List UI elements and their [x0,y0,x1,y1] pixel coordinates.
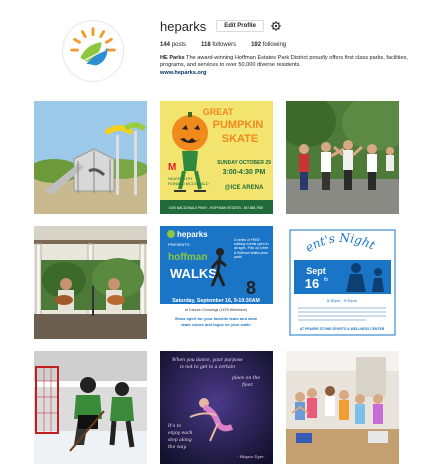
profile-website-link[interactable]: www.heparks.org [160,70,420,76]
following-count[interactable]: 192 following [251,42,286,48]
profile-info: heparks Edit Profile 144 posts 118 follo… [160,18,420,77]
walks-cta-1: Show spirit for your favorite team and w… [175,316,258,321]
pumpkin-venue: @ICE ARENA [225,185,264,191]
parents-night-day: 16 [305,276,319,291]
post-tai-chi-group[interactable] [286,101,399,214]
svg-text:M: M [168,162,176,173]
bio-name: HE Parks [160,55,185,61]
post-dance-class[interactable] [286,351,399,464]
exercise-group-photo [286,101,399,214]
parents-night-month: Sept [306,266,326,276]
profile-username: heparks [160,18,207,34]
walks-venue: at Cannon Crossings (1675 Westmere) [185,308,247,312]
followers-count[interactable]: 118 followers [201,42,236,48]
edit-profile-button[interactable]: Edit Profile [216,20,264,32]
pumpkin-title-3: SKATE [222,133,258,145]
dance-quote-image: When you dance, your purpose is not to g… [160,351,273,464]
walks-cta-2: team colors and logos on your walk! [181,322,250,327]
hoffman-walks-poster: heparks PRESENTS hoffman WALKS A series … [160,226,273,339]
post-parents-night-out[interactable]: Parent's Night Out Sept 16 th 5:30pm - 9… [286,226,399,339]
post-sled-hockey[interactable] [34,351,147,464]
profile-header: heparks Edit Profile 144 posts 118 follo… [0,0,427,96]
profile-bio: HE Parks The award-winning Hoffman Estat… [160,55,425,69]
pumpkin-skate-poster: M GREAT PUMPKIN SKATE SKATE WITH RONALD … [160,101,273,214]
posts-count: 144 posts [160,42,187,48]
walks-brand: heparks [177,230,208,239]
parents-night-time: 5:30pm - 9:30pm [327,298,358,303]
pumpkin-date: SUNDAY OCTOBER 29 [217,160,271,166]
heparks-logo [70,27,116,66]
dance-class-photo [286,351,399,464]
gazebo-musicians-photo [34,226,147,339]
walks-side-text: A series of FREE walking events open to … [234,238,269,259]
hockey-photo [34,351,147,464]
pumpkin-with-name: RONALD MCDONALD [168,181,209,186]
pumpkin-title-2: PUMPKIN [213,119,264,131]
settings-gear-icon[interactable] [271,21,281,31]
walks-presents: PRESENTS [168,242,190,247]
post-gazebo-music[interactable] [34,226,147,339]
parents-night-footer: AT PRAIRIE STONE SPORTS & WELLNESS CENTE… [300,327,385,331]
post-hoffman-walks[interactable]: heparks PRESENTS hoffman WALKS A series … [160,226,273,339]
pumpkin-footer: 1000 MACDONALD PKWY - HOFFMAN ESTATES - … [169,206,264,210]
parents-night-suffix: th [324,277,328,283]
svg-text:8: 8 [246,278,256,298]
post-dance-quote[interactable]: When you dance, your purpose is not to g… [160,351,273,464]
pumpkin-time: 3:00-4:30 PM [223,169,266,176]
walks-date: Saturday, September 16, 9-10:30AM [172,298,260,304]
pumpkin-title-1: GREAT [203,107,234,117]
profile-avatar[interactable] [62,20,124,82]
walks-word-2: WALKS [170,266,217,281]
post-playground[interactable] [34,101,147,214]
dance-quote-author: - Wayne Dyer [237,454,265,459]
parents-night-poster: Parent's Night Out Sept 16 th 5:30pm - 9… [286,226,399,339]
walks-word-1: hoffman [168,252,207,263]
bio-text: The award-winning Hoffman Estates Park D… [160,55,408,68]
playground-photo [34,101,147,214]
profile-stats: 144 posts 118 followers 192 following [160,42,420,48]
post-pumpkin-skate[interactable]: M GREAT PUMPKIN SKATE SKATE WITH RONALD … [160,101,273,214]
